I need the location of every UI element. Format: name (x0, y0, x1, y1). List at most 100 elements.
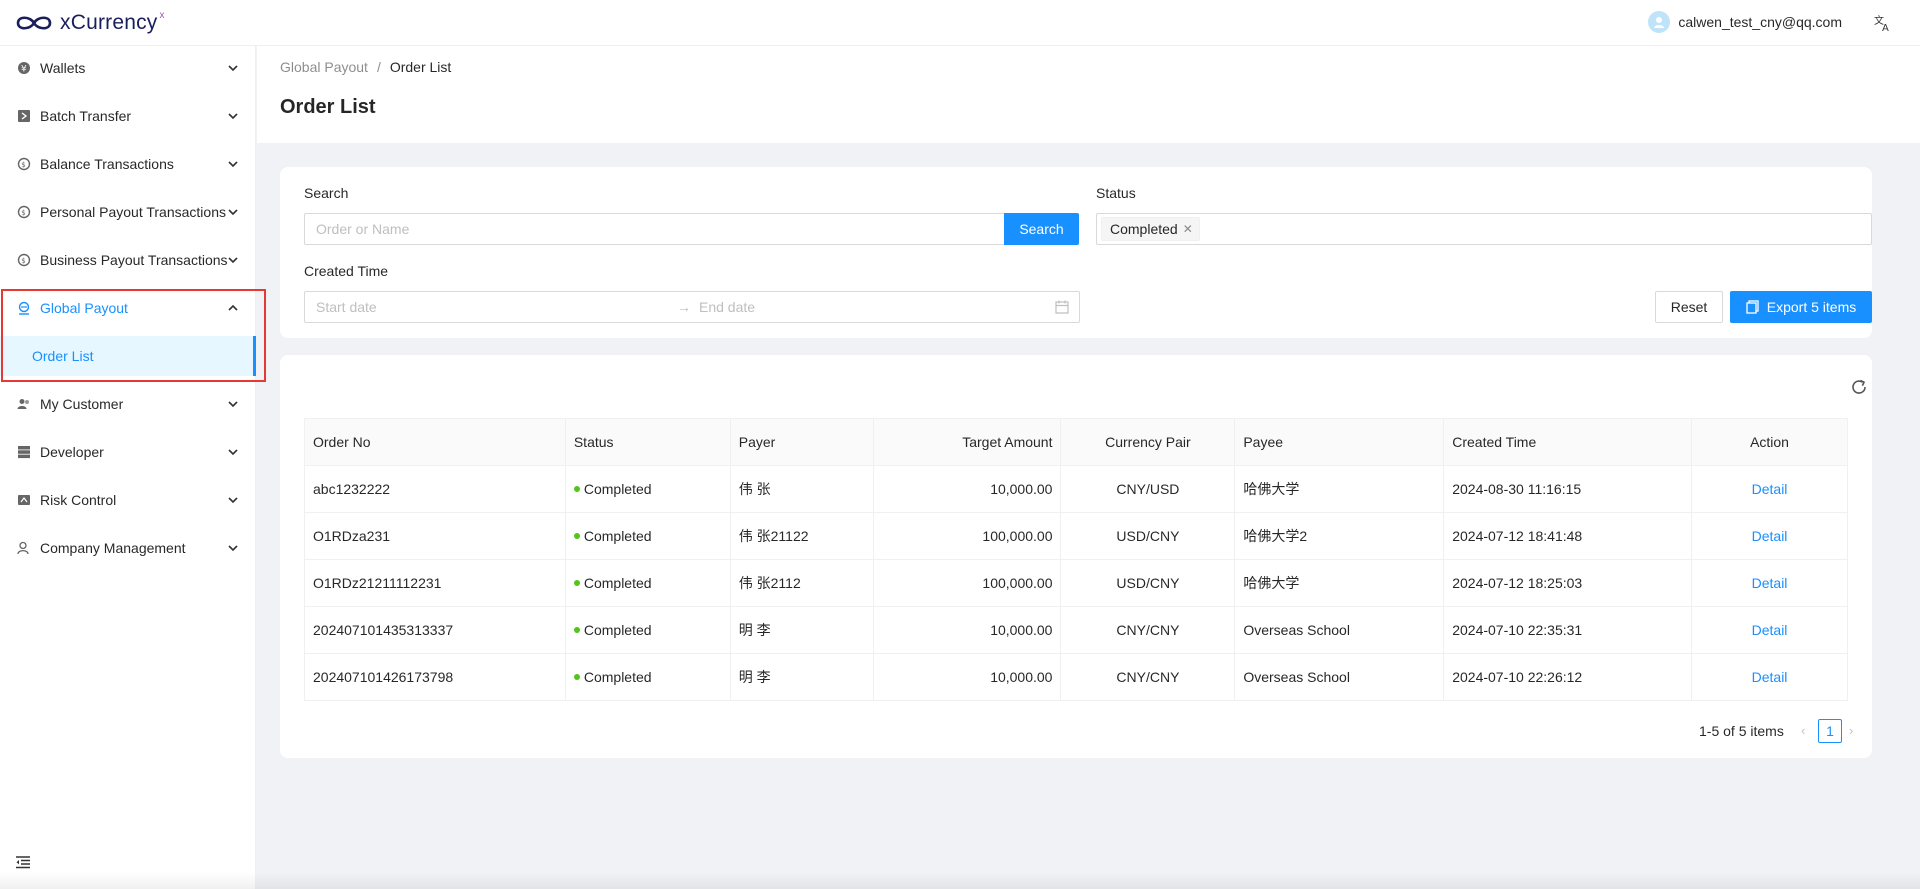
chevron-left-icon[interactable]: ‹ (1801, 723, 1805, 738)
status-text: Completed (583, 528, 652, 544)
sidebar-item-company-management[interactable]: Company Management (0, 528, 256, 568)
action-cell: Detail (1691, 512, 1848, 560)
page-title: Order List (280, 96, 376, 118)
sidebar-item-label: Balance Transactions (40, 156, 174, 172)
detail-link[interactable]: Detail (1752, 528, 1788, 544)
user-avatar-icon (1654, 17, 1665, 28)
search-input[interactable]: Order or Name (304, 213, 1005, 245)
arrow-right-icon: → (677, 299, 691, 315)
svg-text:A: A (1882, 23, 1889, 34)
detail-link[interactable]: Detail (1752, 481, 1788, 497)
created-time-cell: 2024-07-10 22:35:31 (1443, 606, 1693, 654)
detail-link[interactable]: Detail (1752, 669, 1788, 685)
status-dot (573, 627, 580, 634)
page-number[interactable]: 1 (1818, 719, 1842, 743)
export-button[interactable]: Export 5 items (1730, 291, 1872, 323)
created-time-cell: 2024-07-12 18:25:03 (1443, 559, 1693, 607)
close-icon[interactable]: ✕ (1183, 222, 1193, 236)
svg-text:$: $ (21, 161, 25, 169)
user-menu[interactable]: calwen_test_cny@qq.com (1648, 11, 1842, 33)
sidebar-item-global-payout[interactable]: Global Payout (0, 288, 256, 328)
column-header: Payee (1234, 418, 1445, 466)
status-dot (573, 486, 580, 493)
wallet-icon: ¥ (18, 62, 30, 75)
status-cell: Completed (565, 465, 731, 513)
chevron-right-icon[interactable]: › (1849, 723, 1853, 738)
calendar-icon (1055, 300, 1069, 314)
user-settings-icon (17, 541, 29, 555)
search-label: Search (304, 185, 349, 201)
column-header: Target Amount (873, 418, 1062, 466)
payer-cell: 明 李 (730, 606, 874, 654)
orders-table: Order No Status Payer Target Amount Curr… (304, 418, 1848, 701)
sidebar-item-label: Global Payout (40, 300, 128, 316)
status-dot (573, 533, 580, 540)
sidebar-subitem-order-list[interactable]: Order List (0, 336, 256, 376)
page-header: Global Payout / Order List Order List (257, 46, 1920, 143)
bottom-edge (0, 872, 1920, 889)
chevron-down-icon (228, 113, 238, 120)
translate-icon[interactable]: 文 A (1872, 12, 1894, 34)
logo[interactable]: xCurrency x (14, 8, 165, 38)
top-header: xCurrency x calwen_test_cny@qq.com 文 A (0, 0, 1920, 46)
status-cell: Completed (565, 559, 731, 607)
exchange-icon: $ (17, 205, 31, 219)
svg-text:$: $ (21, 257, 25, 265)
order-no-cell: O1RDza231 (304, 512, 566, 560)
currency-pair-cell: CNY/USD (1060, 465, 1236, 513)
sidebar-item-batch-transfer[interactable]: Batch Transfer (0, 96, 256, 136)
reload-icon[interactable] (1850, 378, 1868, 396)
status-dot (573, 580, 580, 587)
payer-cell: 伟 张2112 (730, 559, 874, 607)
users-icon (17, 399, 29, 409)
action-cell: Detail (1691, 653, 1848, 701)
currency-pair-cell: CNY/CNY (1060, 653, 1236, 701)
sidebar-item-personal-payout[interactable]: $ Personal Payout Transactions (0, 192, 256, 232)
payer-cell: 明 李 (730, 653, 874, 701)
created-time-cell: 2024-08-30 11:16:15 (1443, 465, 1693, 513)
logo-mark: x (159, 9, 165, 21)
reset-button[interactable]: Reset (1655, 291, 1723, 323)
exchange-icon: $ (17, 157, 31, 171)
sidebar-item-risk-control[interactable]: Risk Control (0, 480, 256, 520)
order-no-cell: abc1232222 (304, 465, 566, 513)
end-date-input[interactable]: End date (699, 299, 755, 315)
sidebar-item-business-payout[interactable]: $ Business Payout Transactions (0, 240, 256, 280)
payee-cell: 哈佛大学2 (1234, 512, 1445, 560)
chevron-down-icon (228, 65, 238, 72)
menu-fold-icon[interactable] (15, 854, 31, 870)
sidebar-item-label: Wallets (40, 60, 86, 76)
payee-cell: 哈佛大学 (1234, 465, 1445, 513)
detail-link[interactable]: Detail (1752, 575, 1788, 591)
exchange-icon: $ (17, 253, 31, 267)
sidebar-item-my-customer[interactable]: My Customer (0, 384, 256, 424)
sidebar-subitem-label: Order List (32, 348, 94, 364)
date-range-picker[interactable]: Start date → End date (304, 291, 1080, 323)
search-button[interactable]: Search (1004, 213, 1079, 245)
chevron-down-icon (228, 161, 238, 168)
export-icon (1746, 300, 1759, 314)
chevron-down-icon (228, 257, 238, 264)
sidebar-item-label: Business Payout Transactions (40, 252, 228, 268)
sidebar-item-developer[interactable]: Developer (0, 432, 256, 472)
column-header: Currency Pair (1060, 418, 1236, 466)
status-text: Completed (583, 481, 652, 497)
action-cell: Detail (1691, 465, 1848, 513)
status-text: Completed (583, 575, 652, 591)
filter-card: Search Order or Name Search Status Compl… (280, 167, 1872, 338)
sidebar: ¥ Wallets Batch Transfer $ Balance Trans… (0, 46, 256, 889)
start-date-input[interactable]: Start date (316, 299, 377, 315)
payer-cell: 伟 张21122 (730, 512, 874, 560)
infinity-logo-icon (16, 16, 52, 30)
table-row: 202407101426173798 Completed 明 李 10,000.… (304, 653, 1848, 701)
sidebar-item-wallets[interactable]: ¥ Wallets (0, 48, 256, 88)
status-select[interactable]: Completed ✕ (1096, 213, 1872, 245)
sidebar-item-balance-transactions[interactable]: $ Balance Transactions (0, 144, 256, 184)
created-time-cell: 2024-07-12 18:41:48 (1443, 512, 1693, 560)
breadcrumb-current: Order List (389, 59, 452, 75)
breadcrumb-link[interactable]: Global Payout (280, 59, 368, 75)
payee-cell: Overseas School (1234, 653, 1445, 701)
sidebar-item-label: Developer (40, 444, 104, 460)
detail-link[interactable]: Detail (1752, 622, 1788, 638)
table-row: abc1232222 Completed 伟 张 10,000.00 CNY/U… (304, 465, 1848, 513)
